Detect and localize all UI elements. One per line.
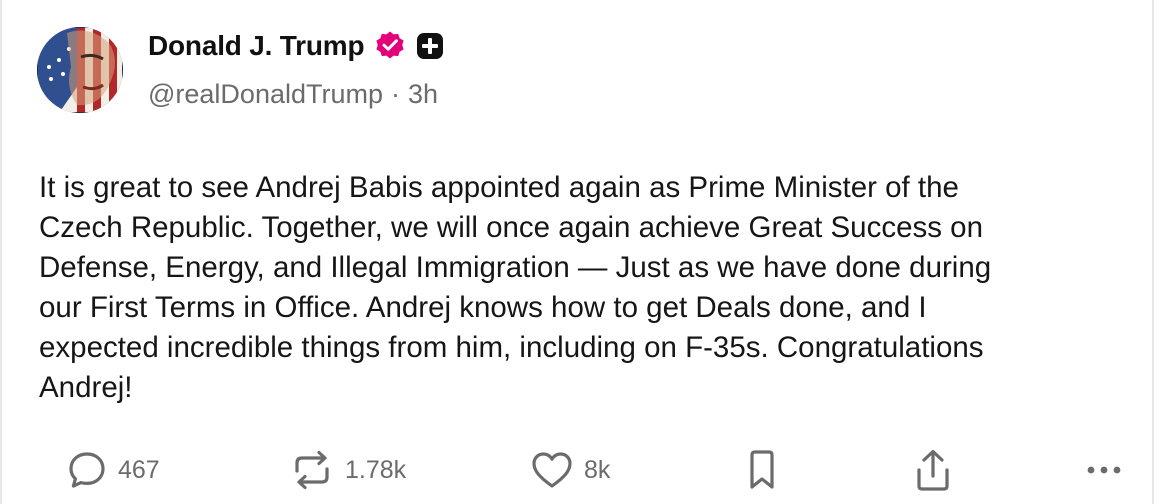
reply-button[interactable]: 467 — [66, 448, 160, 492]
avatar[interactable] — [37, 27, 123, 113]
like-count: 8k — [584, 455, 611, 484]
heart-icon — [530, 449, 574, 491]
comment-icon — [66, 449, 108, 491]
post-timestamp[interactable]: 3h — [408, 79, 438, 109]
post-body-text: It is great to see Andrej Babis appointe… — [39, 171, 992, 404]
more-icon — [1084, 449, 1124, 491]
meta-separator: · — [391, 79, 400, 109]
share-button[interactable] — [913, 448, 953, 492]
author-handle[interactable]: @realDonaldTrump — [148, 79, 383, 109]
action-bar: 467 1.78k 8k — [2, 448, 1154, 492]
repost-count: 1.78k — [345, 455, 407, 484]
repost-icon — [289, 449, 335, 491]
bookmark-button[interactable] — [746, 448, 778, 492]
more-options-button[interactable] — [1084, 448, 1124, 492]
author-meta: @realDonaldTrump · 3h — [148, 79, 438, 110]
post-card: Donald J. Trump @realDonaldTrump · 3h It i… — [0, 0, 1154, 504]
reply-count: 467 — [118, 455, 160, 484]
repost-button[interactable]: 1.78k — [289, 448, 406, 492]
bookmark-icon — [746, 449, 778, 491]
verified-badge-icon — [374, 30, 406, 62]
author-display-name[interactable]: Donald J. Trump — [148, 30, 365, 62]
plus-badge-icon — [416, 32, 444, 60]
author-name-row: Donald J. Trump — [148, 28, 444, 64]
share-icon — [913, 448, 953, 492]
like-button[interactable]: 8k — [530, 448, 610, 492]
